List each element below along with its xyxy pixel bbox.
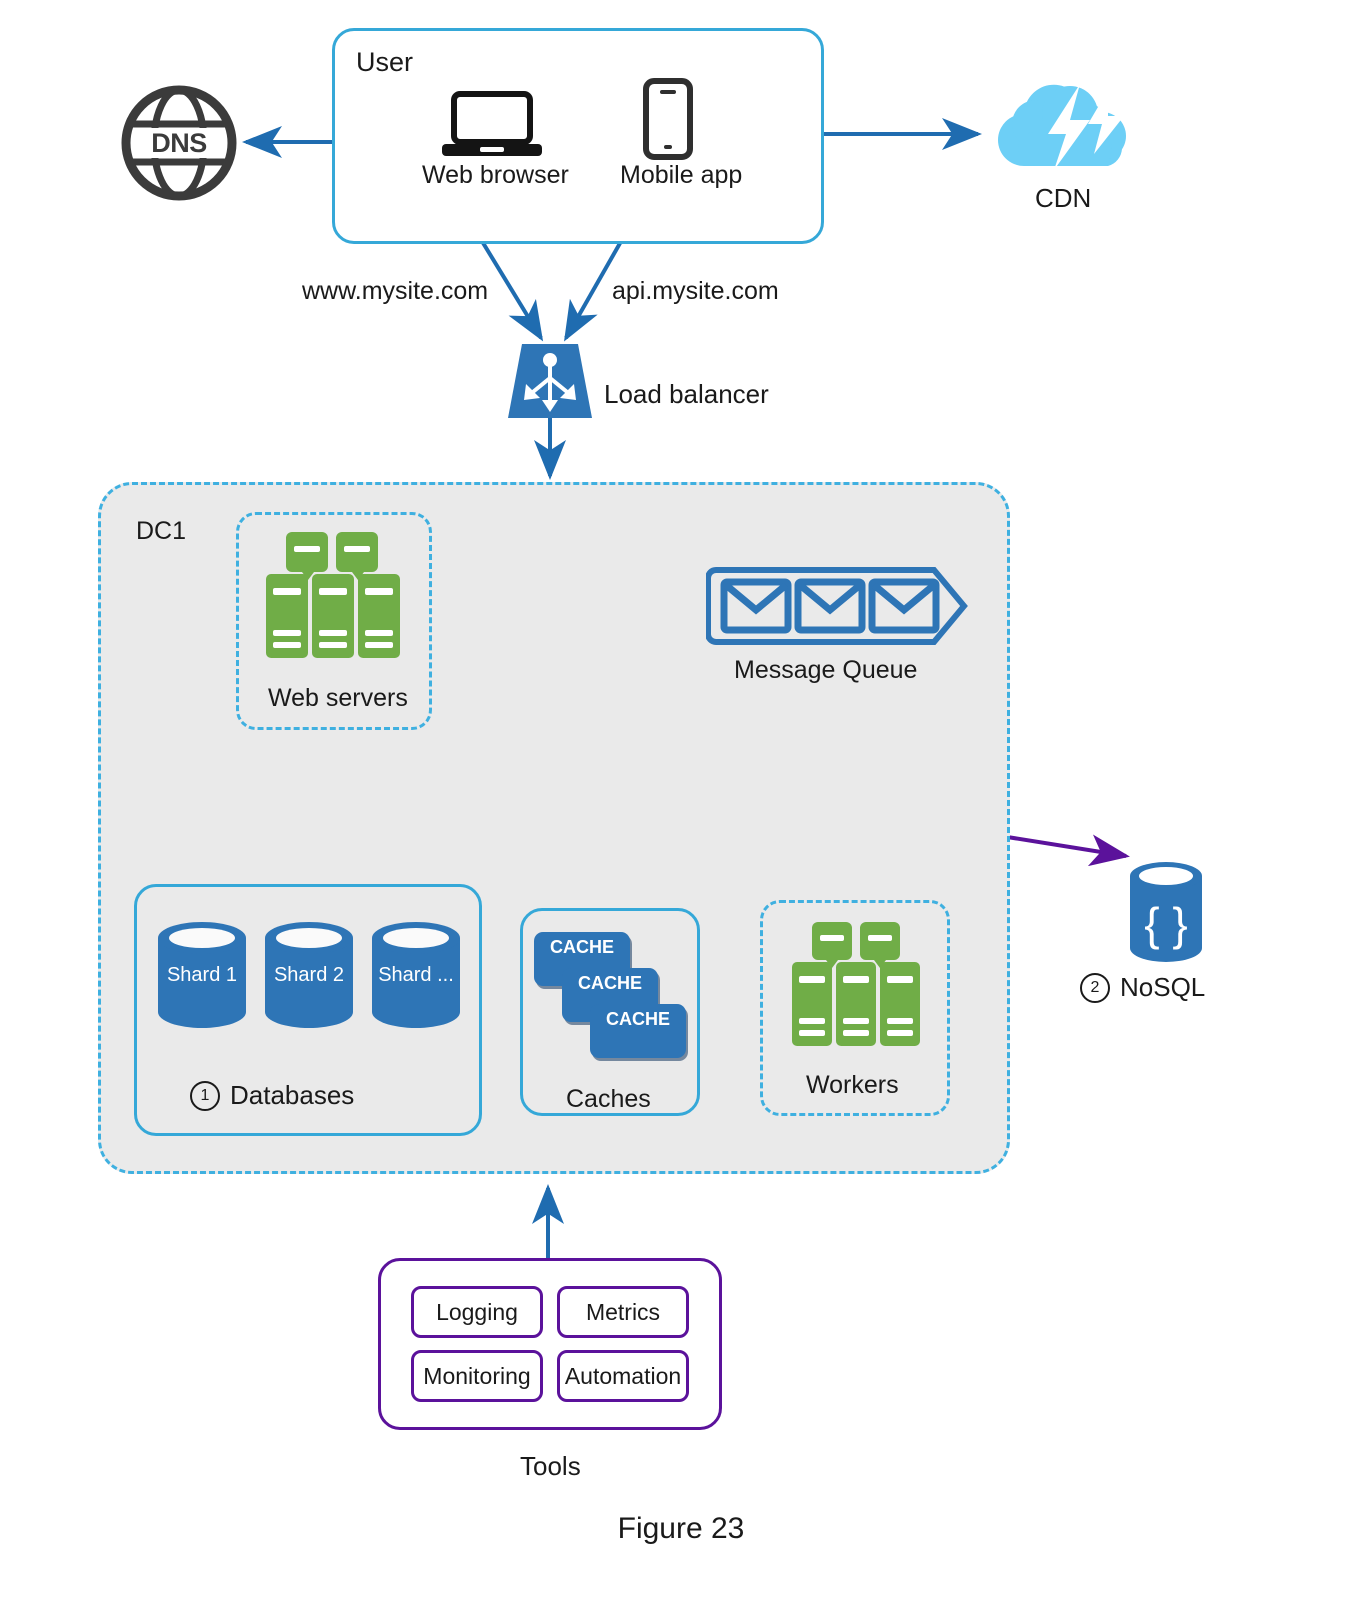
dns-node[interactable]: DNS (120, 84, 238, 202)
svg-text:{ }: { } (1144, 898, 1188, 950)
shard-node[interactable]: Shard 1 (156, 920, 248, 1030)
cache-card: CACHE (590, 1004, 686, 1058)
server-rack-icon (792, 922, 920, 1046)
load-balancer-label: Load balancer (604, 379, 769, 409)
tools-label: Tools (520, 1451, 581, 1481)
www-domain-label: www.mysite.com (302, 277, 489, 305)
tools-container: Logging Metrics Monitoring Automation (378, 1258, 722, 1430)
cdn-label: CDN (1035, 183, 1092, 213)
message-queue-node[interactable] (705, 566, 970, 646)
api-domain-label: api.mysite.com (612, 277, 779, 305)
nosql-label: NoSQL (1120, 972, 1206, 1002)
databases-marker: 1 (190, 1080, 220, 1111)
smartphone-icon (643, 78, 693, 160)
mobile-app-label: Mobile app (620, 161, 743, 189)
shard-list: Shard 1 Shard 2 Shard ... (156, 920, 462, 1032)
figure-caption: Figure 23 (617, 1512, 745, 1545)
databases-label: Databases (230, 1080, 355, 1110)
web-browser-label: Web browser (422, 161, 569, 189)
laptop-icon (442, 91, 542, 156)
architecture-diagram: DC1 DNS User Web browser Mobile app CDN … (0, 0, 1362, 1616)
mobile-app-node[interactable] (640, 78, 696, 160)
caches-node[interactable]: CACHE CACHE CACHE (534, 932, 686, 1060)
shard-label: Shard 1 (166, 964, 238, 986)
nosql-marker: 2 (1080, 972, 1110, 1003)
cdn-node[interactable] (990, 78, 1140, 173)
cloud-lightning-icon (998, 84, 1126, 170)
workers-label: Workers (806, 1071, 899, 1099)
dns-label: DNS (151, 127, 207, 158)
tool-automation[interactable]: Automation (557, 1350, 689, 1402)
tool-metrics[interactable]: Metrics (557, 1286, 689, 1338)
server-rack-icon (266, 532, 400, 658)
load-balancer-icon (508, 344, 592, 418)
web-servers-node[interactable] (258, 530, 410, 660)
databases-caption: 1 Databases (190, 1080, 354, 1111)
shard-label: Shard ... (378, 964, 454, 986)
load-balancer-node[interactable] (508, 344, 592, 418)
envelope-icon (705, 567, 968, 645)
web-servers-label: Web servers (268, 684, 408, 712)
caches-label: Caches (566, 1085, 651, 1113)
shard-label: Shard 2 (273, 964, 345, 986)
shard-node[interactable]: Shard ... (370, 920, 462, 1030)
tool-logging[interactable]: Logging (411, 1286, 543, 1338)
workers-node[interactable] (786, 920, 926, 1048)
datacenter-title: DC1 (136, 517, 187, 545)
nosql-caption: 2 NoSQL (1080, 972, 1205, 1003)
shard-node[interactable]: Shard 2 (263, 920, 355, 1030)
web-browser-node[interactable] (440, 90, 544, 160)
tool-monitoring[interactable]: Monitoring (411, 1350, 543, 1402)
message-queue-label: Message Queue (734, 656, 918, 684)
user-title: User (356, 47, 414, 77)
database-braces-icon: { } (1130, 862, 1202, 962)
nosql-node[interactable]: { } (1128, 860, 1204, 966)
